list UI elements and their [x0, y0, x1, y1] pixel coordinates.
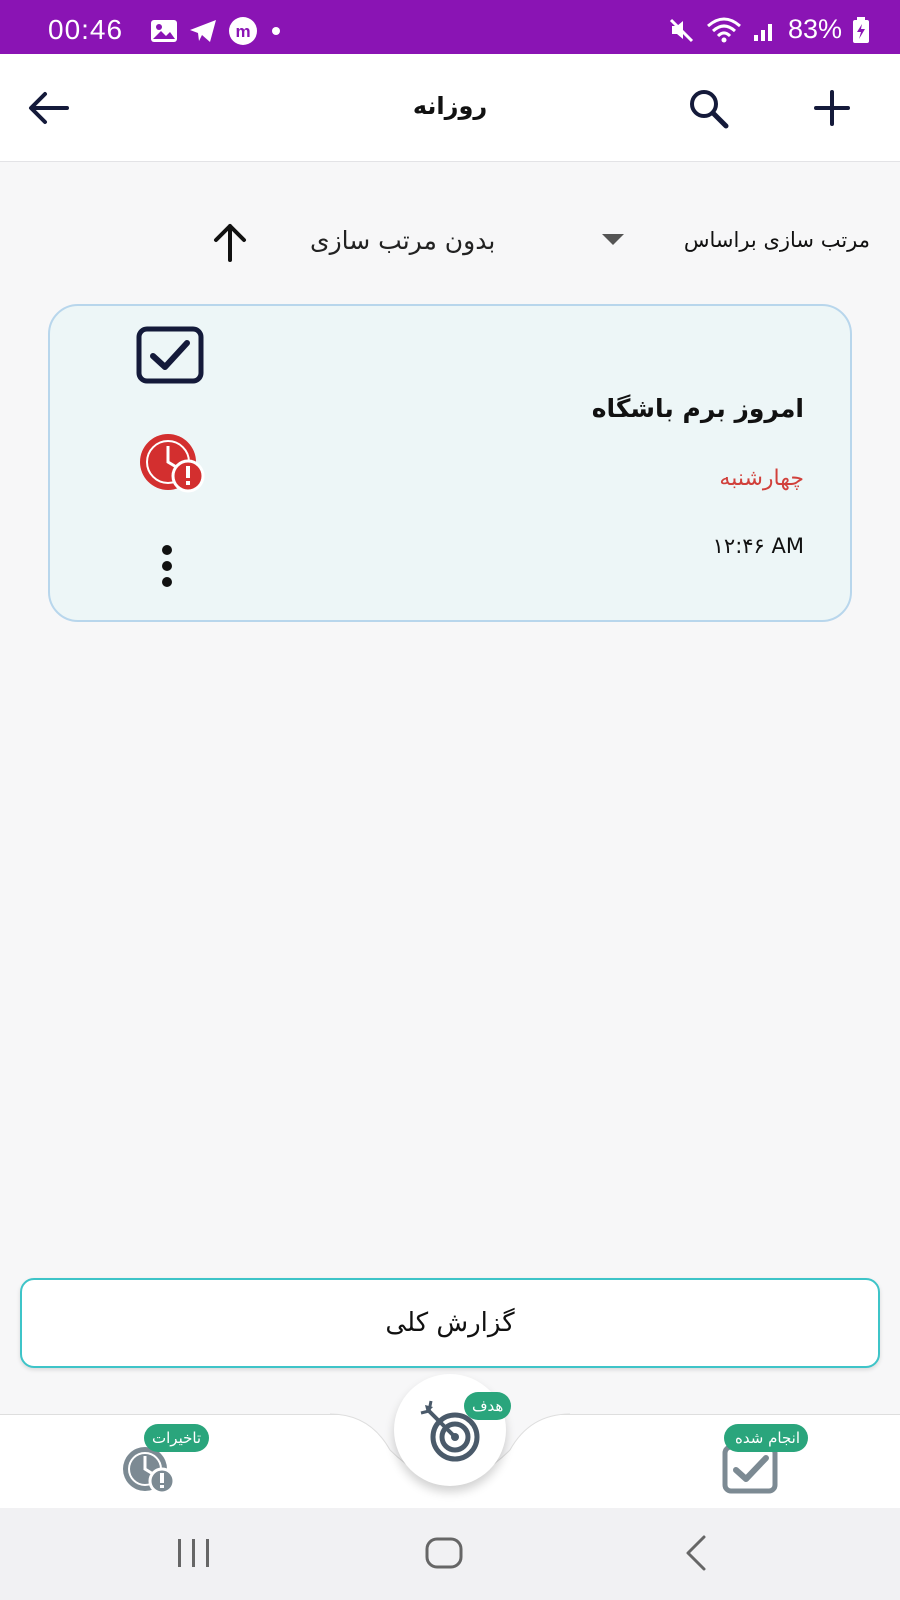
goal-fab[interactable]: [394, 1374, 506, 1486]
sort-label: مرتب سازی براساس: [683, 228, 870, 252]
sort-dropdown-value: بدون مرتب سازی: [310, 226, 496, 255]
gallery-icon: [151, 20, 177, 42]
add-button[interactable]: [802, 78, 862, 138]
status-system-icons: 83%: [668, 14, 870, 45]
m-app-icon: m: [229, 17, 257, 45]
telegram-icon: [190, 20, 216, 42]
status-bar: 00:46 m 83%: [0, 0, 900, 54]
wifi-icon: [706, 17, 741, 42]
battery-level: 83%: [787, 14, 842, 44]
signal-icon: [753, 23, 772, 41]
overdue-indicator: [136, 432, 208, 498]
more-options-button[interactable]: [156, 544, 178, 592]
more-vertical-icon: [162, 545, 172, 587]
overall-report-button[interactable]: گزارش کلی: [20, 1278, 880, 1368]
recents-icon[interactable]: [174, 1536, 214, 1570]
svg-text:m: m: [235, 22, 250, 41]
task-day: چهارشنبه: [719, 466, 804, 491]
delays-badge: تاخیرات: [144, 1424, 210, 1452]
mute-icon: [669, 18, 694, 42]
sort-row: مرتب سازی براساس بدون مرتب سازی: [0, 210, 900, 270]
dropdown-caret-icon: [602, 234, 624, 245]
nav-item-delays[interactable]: تاخیرات: [118, 1424, 228, 1504]
sort-ascending-icon: [214, 224, 246, 262]
done-checkbox-icon: [136, 326, 204, 384]
done-badge: انجام شده: [724, 1424, 808, 1452]
task-title: امروز برم باشگاه: [591, 394, 804, 423]
dot-icon: [272, 27, 280, 35]
battery-icon: [853, 16, 869, 43]
app-bar: روزانه: [0, 54, 900, 162]
task-card[interactable]: امروز برم باشگاه چهارشنبه ۱۲:۴۶ AM: [48, 304, 852, 622]
overdue-clock-icon: [140, 434, 205, 493]
goal-badge: هدف: [464, 1392, 512, 1420]
system-navigation-bar: [0, 1508, 900, 1600]
status-time: 00:46: [48, 14, 124, 45]
nav-item-done[interactable]: انجام شده: [718, 1424, 828, 1504]
task-time: ۱۲:۴۶ AM: [712, 534, 804, 558]
home-icon[interactable]: [424, 1536, 464, 1570]
search-icon: [690, 90, 729, 129]
overall-report-label: گزارش کلی: [385, 1308, 515, 1338]
done-checkbox[interactable]: [136, 326, 204, 388]
add-icon: [814, 90, 850, 126]
sort-direction-button[interactable]: [210, 222, 250, 266]
status-notification-icons: m: [150, 16, 284, 46]
page-title: روزانه: [412, 92, 488, 120]
sort-dropdown[interactable]: بدون مرتب سازی: [300, 216, 630, 264]
back-icon[interactable]: [682, 1534, 712, 1572]
search-button[interactable]: [678, 78, 738, 138]
